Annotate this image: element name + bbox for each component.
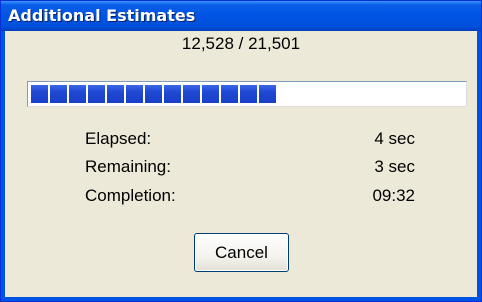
elapsed-value: 4 sec (374, 129, 415, 148)
completion-label: Completion: (85, 186, 176, 205)
remaining-label: Remaining: (85, 157, 171, 176)
progress-segment (31, 85, 48, 103)
remaining-value: 3 sec (374, 157, 415, 176)
progress-segment (126, 85, 143, 103)
progress-segment (69, 85, 86, 103)
progress-segment (164, 85, 181, 103)
progress-segment (145, 85, 162, 103)
progress-segment (50, 85, 67, 103)
progress-segment (259, 85, 276, 103)
progress-segment (183, 85, 200, 103)
progress-bar (27, 81, 467, 107)
completion-value: 09:32 (372, 186, 415, 205)
progress-segment (240, 85, 257, 103)
progress-bar-fill (31, 85, 276, 103)
progress-segment (202, 85, 219, 103)
window-right-border (477, 31, 481, 301)
cancel-button[interactable]: Cancel (194, 233, 289, 272)
window-bottom-border (1, 297, 481, 301)
window-left-border (1, 31, 5, 301)
progress-segment (88, 85, 105, 103)
title-bar[interactable]: Additional Estimates (1, 1, 481, 31)
progress-segment (107, 85, 124, 103)
estimates-dialog: Additional Estimates 12,528 / 21,501 Ela… (0, 0, 482, 302)
progress-segment (221, 85, 238, 103)
elapsed-label: Elapsed: (85, 129, 152, 148)
progress-counter: 12,528 / 21,501 (181, 34, 301, 53)
window-title: Additional Estimates (8, 6, 196, 25)
